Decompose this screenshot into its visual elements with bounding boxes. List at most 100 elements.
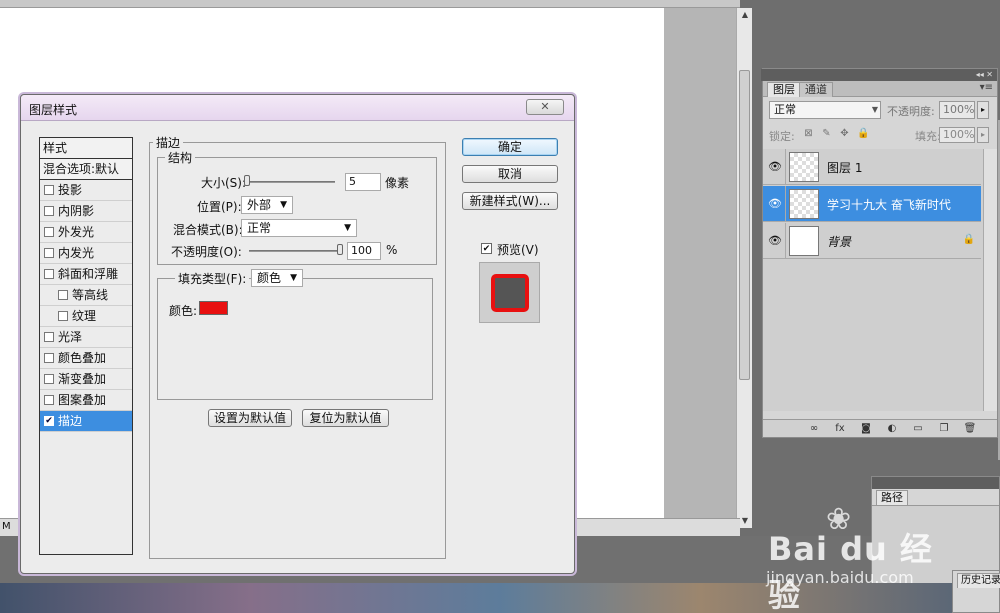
size-slider-knob[interactable] (243, 175, 250, 186)
new-layer-icon[interactable]: ❐ (937, 422, 951, 436)
opacity-arrow-icon[interactable]: ▸ (977, 101, 989, 119)
dialog-title: 图层样式 (29, 103, 78, 117)
chevron-down-icon: ▼ (344, 223, 351, 233)
checkbox[interactable] (58, 290, 68, 300)
checkbox[interactable] (44, 395, 54, 405)
checkbox[interactable] (44, 185, 54, 195)
checkbox[interactable] (44, 353, 54, 363)
checkbox[interactable] (44, 269, 54, 279)
opacity-slider-knob[interactable] (337, 244, 343, 255)
opacity-input[interactable]: 100 (347, 242, 381, 260)
checkbox[interactable] (44, 206, 54, 216)
style-item-label: 颜色叠加 (58, 351, 107, 365)
layer-list: 👁 图层 1 👁 学习十九大 奋飞新时代 👁 背景 🔒 (763, 149, 997, 411)
style-item-drop-shadow[interactable]: 投影 (40, 180, 132, 201)
style-item-pattern-overlay[interactable]: 图案叠加 (40, 390, 132, 411)
style-item-contour[interactable]: 等高线 (40, 285, 132, 306)
scroll-thumb[interactable] (739, 70, 750, 380)
eye-icon[interactable]: 👁 (767, 234, 783, 248)
adjustment-icon[interactable]: ◐ (885, 422, 899, 436)
dialog-title-bar[interactable]: 图层样式 ✕ (21, 95, 574, 121)
layers-panel-tabs: 图层 通道 ▾≡ (763, 81, 997, 97)
style-item-texture[interactable]: 纹理 (40, 306, 132, 327)
group-icon[interactable]: ▭ (911, 422, 925, 436)
style-item-inner-shadow[interactable]: 内阴影 (40, 201, 132, 222)
layers-scrollbar[interactable] (983, 149, 997, 411)
style-item-stroke[interactable]: ✔ 描边 (40, 411, 132, 432)
new-style-button[interactable]: 新建样式(W)... (462, 192, 558, 210)
fx-icon[interactable]: fx (833, 422, 847, 436)
trash-icon[interactable]: 🗑 (963, 422, 977, 436)
collapse-icon[interactable]: ◂◂ ✕ (976, 69, 993, 81)
lock-transparent-icon[interactable]: ⊠ (803, 128, 814, 139)
checkbox[interactable] (44, 332, 54, 342)
cancel-button[interactable]: 取消 (462, 165, 558, 183)
blend-options-item[interactable]: 混合选项:默认 (40, 159, 132, 180)
style-preview (479, 262, 540, 323)
style-item-gradient-overlay[interactable]: 渐变叠加 (40, 369, 132, 390)
position-label: 位置(P): (197, 200, 242, 214)
layer-row-background[interactable]: 👁 背景 🔒 (763, 223, 981, 259)
scroll-down-icon[interactable]: ▼ (740, 516, 750, 526)
fill-type-select[interactable]: 颜色 ▼ (251, 269, 303, 287)
style-list-header[interactable]: 样式 (40, 138, 132, 159)
size-label: 大小(S): (201, 176, 247, 190)
position-select[interactable]: 外部 ▼ (241, 196, 293, 214)
style-item-color-overlay[interactable]: 颜色叠加 (40, 348, 132, 369)
tab-channels[interactable]: 通道 (799, 82, 833, 97)
style-item-inner-glow[interactable]: 内发光 (40, 243, 132, 264)
layer-blend-mode-select[interactable]: 正常 ▼ (769, 101, 881, 119)
layer-name: 图层 1 (827, 161, 863, 175)
layer-row-text[interactable]: 👁 学习十九大 奋飞新时代 (763, 186, 981, 222)
checkbox[interactable] (44, 227, 54, 237)
set-default-button[interactable]: 设置为默认值 (208, 409, 292, 427)
panel-collapse-bar[interactable]: ◂◂ ✕ (761, 69, 997, 81)
lock-move-icon[interactable]: ✥ (839, 128, 850, 139)
document-title-bar (0, 0, 740, 8)
stroke-color-swatch[interactable] (199, 301, 228, 315)
color-label: 颜色: (169, 304, 198, 318)
lock-all-icon[interactable]: 🔒 (857, 128, 869, 139)
panel-menu-icon[interactable]: ▾≡ (980, 82, 993, 93)
preview-checkbox[interactable]: ✔ (481, 243, 492, 254)
layer-opacity-input[interactable]: 100% (939, 101, 975, 119)
close-button[interactable]: ✕ (526, 99, 564, 115)
layer-fill-input[interactable]: 100% (939, 127, 975, 143)
size-input[interactable]: 5 (345, 173, 381, 191)
reset-default-button[interactable]: 复位为默认值 (302, 409, 389, 427)
opacity-slider-track[interactable] (249, 250, 343, 252)
fill-arrow-icon[interactable]: ▸ (977, 127, 989, 143)
checkbox[interactable] (44, 374, 54, 384)
layer-row-layer1[interactable]: 👁 图层 1 (763, 149, 981, 185)
document-vertical-scrollbar[interactable]: ▲ ▼ (736, 8, 752, 528)
layer-blend-mode-value: 正常 (774, 103, 796, 116)
checkbox[interactable] (44, 248, 54, 258)
fill-group (157, 278, 433, 400)
baidu-watermark: ❀ Bai du 经验 jingyan.baidu.com (762, 502, 962, 613)
chevron-down-icon: ▼ (871, 105, 878, 114)
eye-icon[interactable]: 👁 (767, 160, 783, 174)
fill-label: 填充: (915, 130, 941, 143)
mask-icon[interactable]: ◙ (859, 422, 873, 436)
lock-brush-icon[interactable]: ✎ (821, 128, 832, 139)
lock-label: 锁定: (769, 130, 795, 143)
style-item-satin[interactable]: 光泽 (40, 327, 132, 348)
style-item-outer-glow[interactable]: 外发光 (40, 222, 132, 243)
link-icon[interactable]: ∞ (807, 422, 821, 436)
checkbox-checked[interactable]: ✔ (44, 416, 54, 426)
style-item-bevel-emboss[interactable]: 斜面和浮雕 (40, 264, 132, 285)
layer-thumbnail (789, 226, 819, 256)
scroll-up-icon[interactable]: ▲ (740, 10, 750, 20)
checkbox[interactable] (58, 311, 68, 321)
style-list: 样式 混合选项:默认 投影 内阴影 外发光 内发光 斜面和浮雕 等高线 纹理 光… (39, 137, 133, 555)
dialog-body: 样式 混合选项:默认 投影 内阴影 外发光 内发光 斜面和浮雕 等高线 纹理 光… (25, 121, 570, 569)
tab-layers[interactable]: 图层 (767, 82, 801, 97)
blend-mode-select[interactable]: 正常 ▼ (241, 219, 357, 237)
tab-history[interactable]: 历史记录 (957, 573, 1000, 588)
size-slider-track[interactable] (245, 181, 335, 183)
fill-type-label: 填充类型(F): (175, 270, 250, 287)
eye-icon[interactable]: 👁 (767, 197, 783, 211)
paths-panel-bar[interactable] (872, 477, 999, 489)
preview-swatch (491, 274, 529, 312)
ok-button[interactable]: 确定 (462, 138, 558, 156)
